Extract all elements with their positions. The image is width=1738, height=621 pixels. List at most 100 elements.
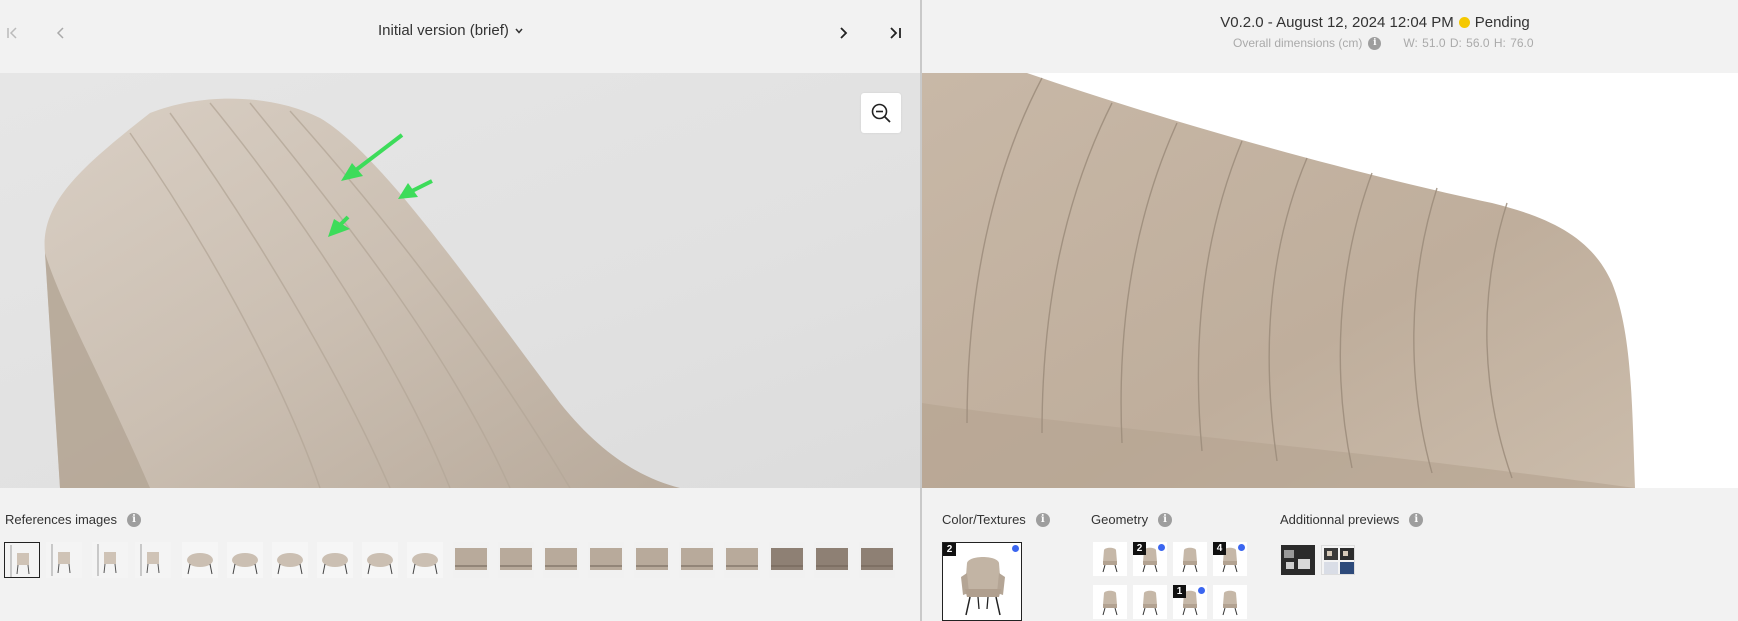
chair-thumbnail-icon xyxy=(679,542,715,578)
reference-thumb-1[interactable] xyxy=(4,542,40,578)
chair-thumbnail-icon xyxy=(227,542,263,578)
chair-thumbnail-icon xyxy=(272,542,308,578)
color-textures-label-text: Color/Textures xyxy=(942,512,1026,527)
chair-thumbnail-icon xyxy=(769,542,805,578)
info-icon[interactable]: i xyxy=(1368,36,1382,50)
last-page-icon xyxy=(890,27,901,39)
geometry-label-text: Geometry xyxy=(1091,512,1149,527)
notification-dot xyxy=(1012,545,1019,552)
color-textures-section-label: Color/Textures i xyxy=(942,512,1050,527)
chair-thumbnail-icon xyxy=(5,543,39,577)
first-page-icon xyxy=(7,27,17,39)
chair-thumbnail-icon xyxy=(135,542,171,578)
chair-thumbnail-icon xyxy=(724,542,760,578)
geometry-thumb-8[interactable] xyxy=(1213,585,1247,619)
chair-render xyxy=(922,73,1635,488)
geometry-thumb-2[interactable]: 2 xyxy=(1133,542,1167,576)
geometry-thumb-5[interactable] xyxy=(1093,585,1127,619)
additional-preview-2[interactable] xyxy=(1321,545,1355,575)
reference-thumb-17[interactable] xyxy=(724,542,760,578)
next-version-button[interactable] xyxy=(830,20,856,46)
reference-thumb-10[interactable] xyxy=(407,542,443,578)
version-line: V0.2.0 - August 12, 2024 12:04 PM Pendin… xyxy=(1130,14,1530,31)
reference-thumb-16[interactable] xyxy=(679,542,715,578)
chair-thumbnail-icon xyxy=(814,542,850,578)
additional-preview-1[interactable] xyxy=(1281,545,1315,575)
dimensions-line: Overall dimensions (cm) i W: 51.0 D: 56.… xyxy=(1233,36,1534,50)
render-image xyxy=(922,73,1738,488)
info-icon[interactable]: i xyxy=(1158,512,1173,527)
geometry-thumb-4[interactable]: 4 xyxy=(1213,542,1247,576)
geometry-section-label: Geometry i xyxy=(1091,512,1173,527)
preview-scene-icon xyxy=(1284,550,1310,569)
reference-thumb-18[interactable] xyxy=(769,542,805,578)
reference-thumb-5[interactable] xyxy=(182,542,218,578)
geometry-thumb-6[interactable] xyxy=(1133,585,1167,619)
info-icon[interactable]: i xyxy=(1035,512,1050,527)
reference-panel: Initial version (brief) References image… xyxy=(0,0,920,621)
count-badge: 2 xyxy=(943,543,956,556)
chair-thumbnail-icon xyxy=(453,542,489,578)
app-root: Initial version (brief) References image… xyxy=(0,0,1738,621)
chair-backrest-photo xyxy=(44,98,680,488)
reference-thumb-6[interactable] xyxy=(227,542,263,578)
zoom-out-icon xyxy=(871,103,891,123)
color-texture-swatch[interactable]: 2 xyxy=(942,542,1022,621)
prev-icon xyxy=(56,27,64,39)
preview-grid-icon xyxy=(1324,548,1354,574)
status-dot xyxy=(1458,17,1470,28)
reference-thumb-7[interactable] xyxy=(272,542,308,578)
reference-thumb-20[interactable] xyxy=(859,542,895,578)
reference-thumb-14[interactable] xyxy=(588,542,624,578)
reference-thumb-12[interactable] xyxy=(498,542,534,578)
chair-thumbnail-icon xyxy=(182,542,218,578)
chair-thumbnail-icon xyxy=(92,542,128,578)
chair-thumbnail-icon xyxy=(317,542,353,578)
additional-previews-label-text: Additionnal previews xyxy=(1280,512,1400,527)
dimensions-values: W: 51.0 D: 56.0 H: 76.0 xyxy=(1403,36,1534,50)
geometry-thumb-3[interactable] xyxy=(1173,542,1207,576)
reference-thumb-15[interactable] xyxy=(634,542,670,578)
chair-thumbnail-icon xyxy=(1102,547,1118,573)
chair-thumbnail-icon xyxy=(362,542,398,578)
reference-thumb-3[interactable] xyxy=(92,542,128,578)
chair-thumbnail-icon xyxy=(498,542,534,578)
reference-thumb-2[interactable] xyxy=(46,542,82,578)
references-section-label: References images i xyxy=(5,512,141,527)
chevron-down-icon xyxy=(515,28,523,34)
version-text: V0.2.0 - August 12, 2024 12:04 PM xyxy=(1220,14,1454,31)
chair-thumbnail-icon xyxy=(859,542,895,578)
chair-thumbnail-icon xyxy=(46,542,82,578)
reference-thumb-9[interactable] xyxy=(362,542,398,578)
references-label-text: References images xyxy=(5,512,117,527)
first-version-button[interactable] xyxy=(0,20,26,46)
chair-thumbnail-icon xyxy=(1102,590,1118,616)
info-icon[interactable]: i xyxy=(127,512,141,527)
chair-thumbnail-icon xyxy=(634,542,670,578)
next-icon xyxy=(840,27,848,39)
geometry-thumb-7[interactable]: 1 xyxy=(1173,585,1207,619)
version-select-label: Initial version (brief) xyxy=(378,22,509,39)
render-panel: V0.2.0 - August 12, 2024 12:04 PM Pendin… xyxy=(922,0,1738,621)
reference-thumb-19[interactable] xyxy=(814,542,850,578)
additional-previews-section-label: Additionnal previews i xyxy=(1280,512,1424,527)
reference-thumbnails xyxy=(4,542,900,580)
chair-thumbnail-icon xyxy=(407,542,443,578)
reference-thumb-11[interactable] xyxy=(453,542,489,578)
chair-thumbnail-icon xyxy=(1142,590,1158,616)
count-badge: 2 xyxy=(1133,542,1146,555)
last-version-button[interactable] xyxy=(882,20,908,46)
info-icon[interactable]: i xyxy=(1409,512,1424,527)
version-select[interactable]: Initial version (brief) xyxy=(378,22,524,39)
previous-version-button[interactable] xyxy=(48,20,74,46)
reference-thumb-13[interactable] xyxy=(543,542,579,578)
reference-thumb-4[interactable] xyxy=(135,542,171,578)
chair-thumbnail-icon xyxy=(1222,590,1238,616)
reference-toolbar: Initial version (brief) xyxy=(0,0,920,73)
reference-thumb-8[interactable] xyxy=(317,542,353,578)
geometry-thumb-1[interactable] xyxy=(1093,542,1127,576)
chair-thumbnail-icon xyxy=(543,542,579,578)
status-text: Pending xyxy=(1474,14,1530,31)
dimensions-label: Overall dimensions (cm) xyxy=(1233,36,1363,50)
zoom-button[interactable] xyxy=(861,93,901,133)
